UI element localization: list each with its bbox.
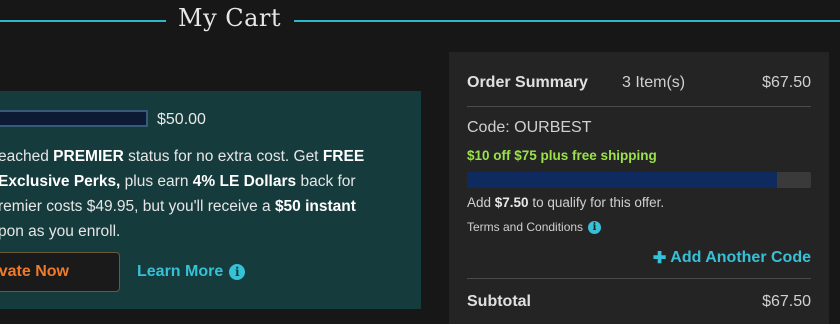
- learn-more-link[interactable]: Learn More i: [137, 263, 246, 281]
- promo-progress-value: $50.00: [157, 111, 206, 128]
- summary-divider-bottom: [467, 278, 811, 279]
- premier-promo-panel: $50.00 eached PREMIER status for no extr…: [0, 91, 421, 309]
- offer-description: $10 off $75 plus free shipping: [467, 148, 657, 163]
- qualify-message: Add $7.50 to qualify for this offer.: [467, 195, 665, 210]
- promo-description: eached PREMIER status for no extra cost.…: [0, 144, 418, 244]
- promo-line-2: Exclusive Perks, plus earn 4% LE Dollars…: [0, 173, 356, 190]
- title-rule-right: [294, 20, 840, 22]
- add-another-code-button[interactable]: ✚ Add Another Code: [653, 248, 811, 268]
- activate-now-button[interactable]: vate Now: [0, 252, 120, 292]
- order-summary-header: Order Summary 3 Item(s) $67.50: [467, 74, 811, 94]
- add-code-label: Add Another Code: [670, 249, 811, 266]
- promo-progress-bar: [0, 110, 148, 127]
- offer-progress-fill: [467, 172, 777, 188]
- subtotal-value: $67.50: [762, 293, 811, 310]
- promo-line-3: remier costs $49.95, but you'll receive …: [0, 198, 356, 215]
- order-total: $67.50: [762, 74, 811, 91]
- terms-and-conditions[interactable]: Terms and Conditions i: [467, 220, 602, 234]
- order-summary-panel: Order Summary 3 Item(s) $67.50 Code: OUR…: [449, 52, 829, 324]
- page-title: My Cart: [178, 4, 282, 32]
- terms-label[interactable]: Terms and Conditions: [467, 220, 583, 234]
- summary-divider-top: [467, 106, 811, 107]
- learn-more-label: Learn More: [137, 263, 224, 280]
- info-icon[interactable]: i: [588, 220, 602, 234]
- order-summary-title: Order Summary: [467, 74, 588, 91]
- promo-line-1: eached PREMIER status for no extra cost.…: [0, 148, 365, 165]
- promo-line-4: pon as you enroll.: [0, 223, 121, 240]
- applied-promo-code: Code: OURBEST: [467, 119, 592, 136]
- subtotal-label: Subtotal: [467, 293, 531, 310]
- plus-icon: ✚: [652, 250, 667, 267]
- item-count: 3 Item(s): [622, 74, 686, 91]
- title-rule-left: [0, 20, 166, 22]
- info-icon[interactable]: i: [229, 264, 246, 280]
- offer-progress-bar: [467, 172, 811, 188]
